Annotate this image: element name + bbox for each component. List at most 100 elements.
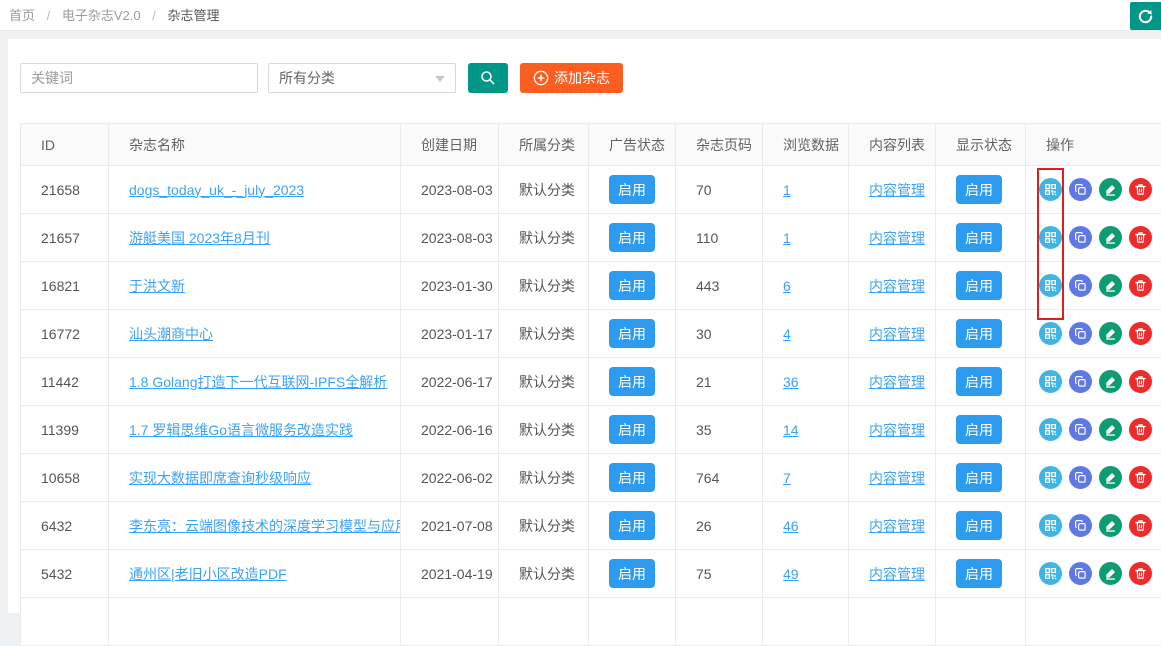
views-link[interactable]: 4 <box>783 326 791 342</box>
table-row: 6432 李东亮：云端图像技术的深度学习模型与应用 2021-07-08 默认分… <box>21 502 1161 550</box>
copy-icon[interactable] <box>1069 418 1092 441</box>
breadcrumb-home[interactable]: 首页 <box>9 8 35 23</box>
content-manage-link[interactable]: 内容管理 <box>869 182 925 198</box>
category-select[interactable]: 所有分类 <box>268 63 456 93</box>
ad-status-button[interactable]: 启用 <box>609 319 655 348</box>
content-manage-link[interactable]: 内容管理 <box>869 278 925 294</box>
views-link[interactable]: 49 <box>783 566 799 582</box>
ad-status-button[interactable]: 启用 <box>609 559 655 588</box>
magazine-name-link[interactable]: 于洪文新 <box>129 278 185 294</box>
delete-icon[interactable] <box>1129 322 1152 345</box>
topbar: 首页 / 电子杂志V2.0 / 杂志管理 <box>0 0 1161 31</box>
copy-icon[interactable] <box>1069 514 1092 537</box>
copy-icon[interactable] <box>1069 274 1092 297</box>
table-row: 21657 游艇美国 2023年8月刊 2023-08-03 默认分类 启用 1… <box>21 214 1161 262</box>
magazine-name-link[interactable]: 李东亮：云端图像技术的深度学习模型与应用 <box>129 518 401 534</box>
delete-icon[interactable] <box>1129 178 1152 201</box>
content-manage-link[interactable]: 内容管理 <box>869 374 925 390</box>
ad-status-button[interactable]: 启用 <box>609 175 655 204</box>
delete-icon[interactable] <box>1129 418 1152 441</box>
display-status-button[interactable]: 启用 <box>956 367 1002 396</box>
copy-icon[interactable] <box>1069 370 1092 393</box>
search-button[interactable] <box>468 63 508 93</box>
magazine-name-link[interactable]: 1.7 罗辑思维Go语言微服务改造实践 <box>129 422 353 438</box>
magazine-name-link[interactable]: 实现大数据即席查询秒级响应 <box>129 470 311 486</box>
content-manage-link[interactable]: 内容管理 <box>869 470 925 486</box>
qrcode-icon[interactable] <box>1039 274 1062 297</box>
column-header: 创建日期 <box>401 124 499 166</box>
category-selected-value: 所有分类 <box>279 70 335 86</box>
qrcode-icon[interactable] <box>1039 370 1062 393</box>
ad-status-button[interactable]: 启用 <box>609 511 655 540</box>
display-status-button[interactable]: 启用 <box>956 559 1002 588</box>
qrcode-icon[interactable] <box>1039 226 1062 249</box>
ad-status-button[interactable]: 启用 <box>609 463 655 492</box>
edit-icon[interactable] <box>1099 562 1122 585</box>
magazine-name-link[interactable]: dogs_today_uk_-_july_2023 <box>129 182 304 198</box>
qrcode-icon[interactable] <box>1039 178 1062 201</box>
qrcode-icon[interactable] <box>1039 322 1062 345</box>
edit-icon[interactable] <box>1099 370 1122 393</box>
views-link[interactable]: 6 <box>783 278 791 294</box>
ad-status-button[interactable]: 启用 <box>609 367 655 396</box>
edit-icon[interactable] <box>1099 322 1122 345</box>
keyword-input[interactable] <box>20 63 258 93</box>
table-row: 16821 于洪文新 2023-01-30 默认分类 启用 443 6 内容管理… <box>21 262 1161 310</box>
edit-icon[interactable] <box>1099 466 1122 489</box>
delete-icon[interactable] <box>1129 466 1152 489</box>
qrcode-icon[interactable] <box>1039 562 1062 585</box>
display-status-button[interactable]: 启用 <box>956 175 1002 204</box>
content-manage-link[interactable]: 内容管理 <box>869 518 925 534</box>
row-pages: 30 <box>696 326 712 342</box>
copy-icon[interactable] <box>1069 562 1092 585</box>
views-link[interactable]: 1 <box>783 182 791 198</box>
display-status-button[interactable]: 启用 <box>956 319 1002 348</box>
views-link[interactable]: 46 <box>783 518 799 534</box>
delete-icon[interactable] <box>1129 370 1152 393</box>
magazine-name-link[interactable]: 1.8 Golang打造下一代互联网-IPFS全解析 <box>129 374 387 390</box>
ad-status-button[interactable]: 启用 <box>609 223 655 252</box>
plus-circle-icon <box>533 70 549 86</box>
views-link[interactable]: 7 <box>783 470 791 486</box>
row-category: 默认分类 <box>519 278 575 294</box>
magazine-name-link[interactable]: 通州区|老旧小区改造PDF <box>129 566 287 582</box>
edit-icon[interactable] <box>1099 274 1122 297</box>
row-pages: 21 <box>696 374 712 390</box>
content-manage-link[interactable]: 内容管理 <box>869 230 925 246</box>
views-link[interactable]: 36 <box>783 374 799 390</box>
magazine-name-link[interactable]: 游艇美国 2023年8月刊 <box>129 230 270 246</box>
display-status-button[interactable]: 启用 <box>956 223 1002 252</box>
display-status-button[interactable]: 启用 <box>956 415 1002 444</box>
views-link[interactable]: 14 <box>783 422 799 438</box>
copy-icon[interactable] <box>1069 322 1092 345</box>
content-manage-link[interactable]: 内容管理 <box>869 566 925 582</box>
edit-icon[interactable] <box>1099 418 1122 441</box>
display-status-button[interactable]: 启用 <box>956 511 1002 540</box>
display-status-button[interactable]: 启用 <box>956 463 1002 492</box>
views-link[interactable]: 1 <box>783 230 791 246</box>
qrcode-icon[interactable] <box>1039 514 1062 537</box>
copy-icon[interactable] <box>1069 466 1092 489</box>
copy-icon[interactable] <box>1069 178 1092 201</box>
row-category: 默认分类 <box>519 470 575 486</box>
content-manage-link[interactable]: 内容管理 <box>869 422 925 438</box>
ad-status-button[interactable]: 启用 <box>609 415 655 444</box>
display-status-button[interactable]: 启用 <box>956 271 1002 300</box>
add-magazine-button[interactable]: 添加杂志 <box>520 63 623 93</box>
delete-icon[interactable] <box>1129 274 1152 297</box>
breadcrumb-module[interactable]: 电子杂志V2.0 <box>62 8 141 23</box>
copy-icon[interactable] <box>1069 226 1092 249</box>
magazine-name-link[interactable]: 汕头潮商中心 <box>129 326 213 342</box>
content-manage-link[interactable]: 内容管理 <box>869 326 925 342</box>
ad-status-button[interactable]: 启用 <box>609 271 655 300</box>
refresh-button[interactable] <box>1130 2 1161 30</box>
edit-icon[interactable] <box>1099 178 1122 201</box>
qrcode-icon[interactable] <box>1039 418 1062 441</box>
qrcode-icon[interactable] <box>1039 466 1062 489</box>
delete-icon[interactable] <box>1129 514 1152 537</box>
edit-icon[interactable] <box>1099 514 1122 537</box>
edit-icon[interactable] <box>1099 226 1122 249</box>
breadcrumb-separator: / <box>47 8 51 23</box>
delete-icon[interactable] <box>1129 562 1152 585</box>
delete-icon[interactable] <box>1129 226 1152 249</box>
